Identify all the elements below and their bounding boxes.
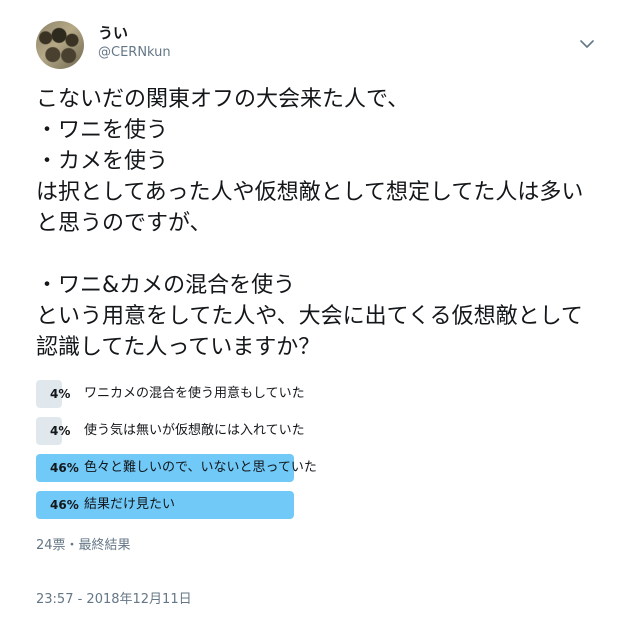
- poll: 4% ワニカメの混合を使う用意もしていた 4% 使う気は無いが仮想敵には入れてい…: [36, 380, 596, 528]
- poll-choice-1: 4% ワニカメの混合を使う用意もしていた: [36, 380, 596, 408]
- more-options-button[interactable]: [577, 34, 597, 54]
- poll-choice-label: 結果だけ見たい: [84, 497, 176, 512]
- poll-meta: 24票・最終結果: [36, 538, 131, 553]
- poll-choice-percent: 4%: [50, 424, 71, 438]
- poll-choice-percent: 46%: [50, 461, 79, 475]
- poll-choice-2: 4% 使う気は無いが仮想敵には入れていた: [36, 417, 596, 445]
- tweet-text: こないだの関東オフの大会来た人で、 ・ワニを使う ・カメを使う は択としてあった…: [36, 87, 584, 360]
- poll-choice-4: 46% 結果だけ見たい: [36, 491, 596, 519]
- author-handle[interactable]: @CERNkun: [98, 45, 171, 60]
- poll-choice-percent: 46%: [50, 498, 79, 512]
- avatar[interactable]: [36, 21, 84, 69]
- poll-choice-percent: 4%: [50, 387, 71, 401]
- chevron-down-icon: [580, 39, 594, 48]
- tweet-timestamp[interactable]: 23:57 - 2018年12月11日: [36, 588, 192, 607]
- poll-choice-label: 使う気は無いが仮想敵には入れていた: [84, 423, 305, 438]
- author-display-name[interactable]: うい: [98, 22, 128, 43]
- poll-choice-3: 46% 色々と難しいので、いないと思っていた: [36, 454, 596, 482]
- poll-choice-label: ワニカメの混合を使う用意もしていた: [84, 386, 305, 401]
- poll-choice-label: 色々と難しいので、いないと思っていた: [84, 460, 317, 475]
